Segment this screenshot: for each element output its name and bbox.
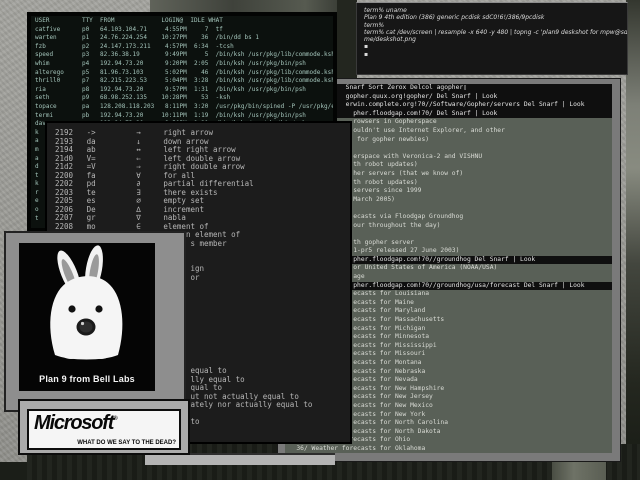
microsoft-parody-window[interactable]: Microsoft® WHAT DO WE SAY TO THE DEAD? [18,399,190,455]
microsoft-tagline: WHAT DO WE SAY TO THE DEAD? [77,440,176,447]
microsoft-logo-box: Microsoft® WHAT DO WE SAY TO THE DEAD? [27,409,181,450]
desktop-photo-bottom-left [0,462,27,480]
terminal-row: termi pb 192.94.73.20 10:11PM 1:19 /bin/… [35,112,333,121]
terminal-row: alterego p5 81.96.73.103 5:02PM 46 /bin/… [35,69,333,78]
terminal-row: seth p9 68.98.252.135 10:28PM 53 -ksh [35,94,333,103]
shell-line: ▪ [364,43,627,50]
microsoft-logo: Microsoft® [34,412,118,434]
terminal-row: warten p1 24.76.224.254 10:27PM 36 /bin/… [35,34,333,43]
shell-line: term% uname [364,7,627,14]
terminal-row: fzb p2 24.147.173.211 4:57PM 6:34 -tcsh [35,43,333,52]
gopher-menu-row[interactable]: 36/ Weather forecasts for Oklahoma [285,445,612,453]
shell-line: ▪ [364,51,627,58]
registered-mark: ® [113,416,117,422]
desktop-photo-right [626,0,640,480]
glenda-image-window[interactable]: Plan 9 from Bell Labs [4,231,186,412]
terminal-row: topace pa 128.208.118.203 8:11PM 3:20 /u… [35,103,333,112]
terminal-row: USER TTY FROM LOGIN@ IDLE WHAT [35,17,333,26]
terminal-row: speed p3 82.36.38.19 9:49PM 5 /bin/ksh /… [35,51,333,60]
terminal-row: catfive p0 64.103.104.71 4:55PM 7 tf [35,26,333,35]
terminal-row: ria p8 192.94.73.20 9:57PM 1:31 /bin/ksh… [35,86,333,95]
terminal-row: thrill0 p7 82.215.223.53 5:04PM 3:28 /bi… [35,77,333,86]
glenda-image-panel: Plan 9 from Bell Labs [19,243,155,391]
shell-line: me/deskshot.png [364,36,627,43]
terminal-row: whim p4 192.94.73.20 9:20PM 2:05 /bin/ks… [35,60,333,69]
glenda-caption: Plan 9 from Bell Labs [19,374,155,384]
shell-line: term% [364,22,627,29]
desktop-photo-gap [337,0,357,86]
glenda-illustration [19,243,155,361]
shell-line: Plan 9 4th edition (386) generic pcdisk … [364,14,627,21]
shell-line: term% cat /dev/screen | resample -x 640 … [364,29,627,36]
shell-terminal-window[interactable]: term% unamePlan 9 4th edition (386) gene… [356,2,628,75]
